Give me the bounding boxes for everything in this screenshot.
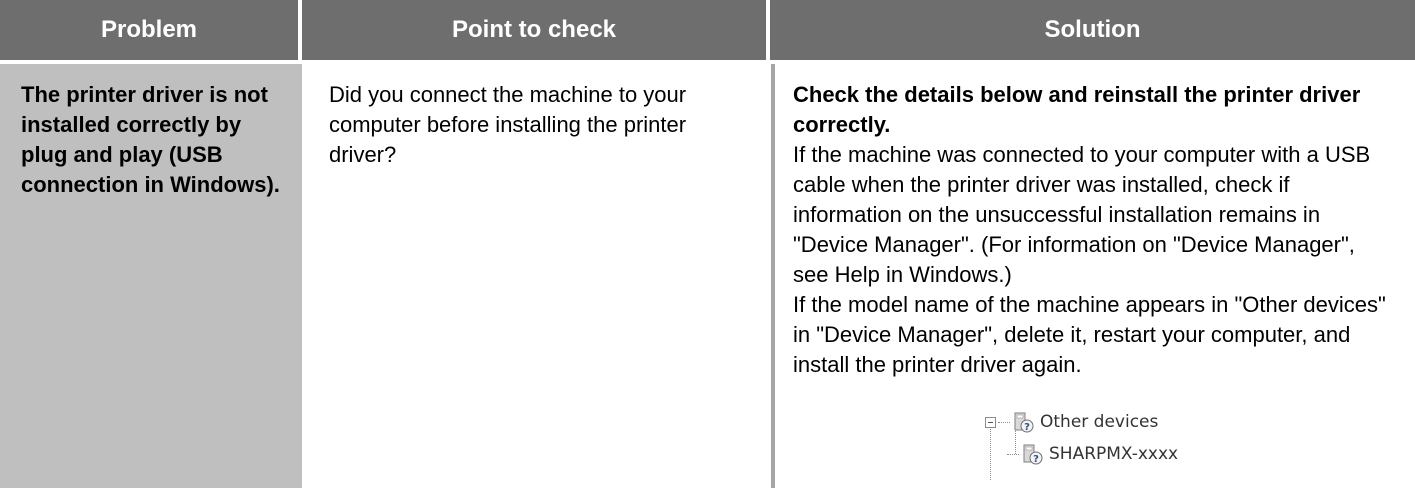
device-manager-tree: ? Other devices ? SHARPMX-xxxx <box>985 404 1345 484</box>
unknown-device-icon: ? <box>1014 412 1034 433</box>
collapse-icon[interactable] <box>985 416 996 428</box>
unknown-device-icon: ? <box>1023 444 1043 465</box>
table-header: Problem Point to check Solution <box>0 0 1415 60</box>
svg-text:?: ? <box>1033 454 1039 465</box>
tree-node-label: SHARPMX-xxxx <box>1049 444 1179 464</box>
svg-text:?: ? <box>1024 422 1030 433</box>
tree-connector <box>1007 453 1019 455</box>
solution-paragraph: If the model name of the machine appears… <box>793 292 1386 377</box>
tree-node-label: Other devices <box>1040 412 1159 432</box>
header-problem: Problem <box>0 0 302 60</box>
point-to-check-cell: Did you connect the machine to your comp… <box>329 82 687 167</box>
tree-node-device[interactable]: ? SHARPMX-xxxx <box>1007 440 1178 468</box>
solution-paragraph: If the machine was connected to your com… <box>793 142 1371 287</box>
tree-connector <box>998 421 1010 423</box>
header-solution: Solution <box>770 0 1415 60</box>
solution-cell: Check the details below and reinstall th… <box>775 64 1415 488</box>
problem-cell: The printer driver is not installed corr… <box>0 64 302 488</box>
troubleshooting-table: Problem Point to check Solution The prin… <box>0 0 1415 488</box>
table-row: The printer driver is not installed corr… <box>0 64 1415 488</box>
solution-heading: Check the details below and reinstall th… <box>793 82 1361 137</box>
header-point-to-check: Point to check <box>302 0 770 60</box>
tree-node-other-devices[interactable]: ? Other devices <box>985 408 1158 436</box>
